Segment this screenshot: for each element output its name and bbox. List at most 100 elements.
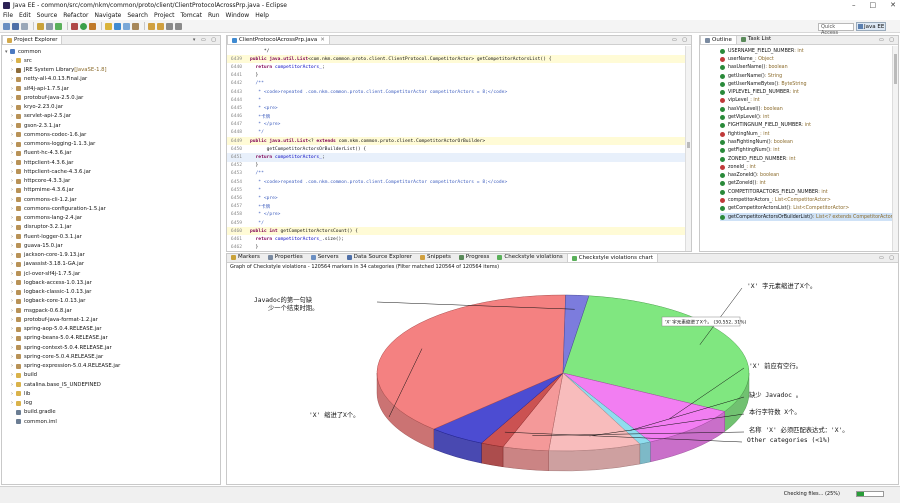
- code-line[interactable]: 6457 *卡牌: [227, 203, 691, 211]
- tree-item[interactable]: › spring-aop-5.0.4.RELEASE.jar: [11, 325, 220, 334]
- outline-item[interactable]: getCompetitorActorsOrBuilderList() : Lis…: [720, 212, 898, 222]
- outline-item[interactable]: ZONEID_FIELD_NUMBER : int: [720, 155, 898, 163]
- maximize-button[interactable]: □: [870, 1, 877, 9]
- code-line[interactable]: 6456 * <pre>: [227, 194, 691, 202]
- previous-annotation-icon[interactable]: [157, 22, 164, 30]
- run-icon[interactable]: [80, 22, 87, 30]
- tree-item[interactable]: › commons-codec-1.6.jar: [11, 130, 220, 139]
- menu-navigate[interactable]: Navigate: [94, 12, 121, 19]
- debug-icon[interactable]: [71, 22, 78, 30]
- tab-checkstyle-violations-chart[interactable]: Checkstyle violations chart: [566, 254, 659, 262]
- back-icon[interactable]: [166, 22, 173, 30]
- tree-item[interactable]: › commons-cli-1.2.jar: [11, 195, 220, 204]
- outline-item[interactable]: fightingNum_ : int: [720, 130, 898, 138]
- tree-item[interactable]: › logback-classic-1.0.13.jar: [11, 288, 220, 297]
- tree-item[interactable]: › servlet-api-2.5.jar: [11, 112, 220, 121]
- tree-item[interactable]: › spring-core-5.0.4.RELEASE.jar: [11, 352, 220, 361]
- code-line[interactable]: 6441 }: [227, 72, 691, 80]
- tree-item[interactable]: › JRE System Library [JavaSE-1.8]: [11, 66, 220, 75]
- code-line[interactable]: 6443 * <code>repeated .com.nkm.common.pr…: [227, 88, 691, 96]
- tree-item[interactable]: › httpmime-4.3.6.jar: [11, 186, 220, 195]
- menu-tomcat[interactable]: Tomcat: [181, 12, 203, 19]
- outline-item[interactable]: hasZoneId() : boolean: [720, 171, 898, 179]
- tab-project-explorer[interactable]: Project Explorer: [2, 36, 63, 44]
- menu-project[interactable]: Project: [154, 12, 175, 19]
- outline-item[interactable]: userName_ : Object: [720, 55, 898, 63]
- new-java-class-icon[interactable]: [114, 22, 121, 30]
- open-type-icon[interactable]: [123, 22, 130, 30]
- tab-outline[interactable]: Outline: [700, 36, 737, 44]
- save-icon[interactable]: [12, 22, 19, 30]
- search-icon[interactable]: [132, 22, 139, 30]
- menu-run[interactable]: Run: [208, 12, 220, 19]
- outline-item[interactable]: getUserNameBytes() : ByteString: [720, 80, 898, 88]
- tree-item[interactable]: build.gradle: [11, 408, 220, 417]
- new-java-package-icon[interactable]: [105, 22, 112, 30]
- tree-item[interactable]: › guava-15.0.jar: [11, 241, 220, 250]
- code-line[interactable]: 6450 getCompetitorActorsOrBuilderList() …: [227, 145, 691, 153]
- outline-item[interactable]: COMPETITORACTORS_FIELD_NUMBER : int: [720, 188, 898, 196]
- outline-item[interactable]: hasVipLevel() : boolean: [720, 105, 898, 113]
- tree-item[interactable]: › fluent-logger-0.3.1.jar: [11, 232, 220, 241]
- tree-item[interactable]: › spring-beans-5.0.4.RELEASE.jar: [11, 334, 220, 343]
- tree-item[interactable]: › jackson-core-1.9.13.jar: [11, 251, 220, 260]
- tab-servers[interactable]: Servers: [307, 254, 343, 262]
- checkstyle-icon[interactable]: [55, 22, 62, 30]
- code-line[interactable]: 6458 * </pre>: [227, 211, 691, 219]
- tree-item[interactable]: › commons-logging-1.1.3.jar: [11, 140, 220, 149]
- tree-item[interactable]: › commons-configuration-1.5.jar: [11, 204, 220, 213]
- editor-controls[interactable]: ▭ ▢: [672, 37, 689, 43]
- menu-source[interactable]: Source: [37, 12, 58, 19]
- menu-file[interactable]: File: [3, 12, 13, 19]
- minimize-button[interactable]: –: [852, 1, 856, 9]
- tree-item[interactable]: › log: [11, 399, 220, 408]
- outline-item[interactable]: FIGHTINGNUM_FIELD_NUMBER : int: [720, 122, 898, 130]
- tree-item[interactable]: › jcl-over-slf4j-1.7.5.jar: [11, 269, 220, 278]
- outline-item[interactable]: getZoneId() : int: [720, 180, 898, 188]
- external-tools-icon[interactable]: [89, 22, 96, 30]
- menu-edit[interactable]: Edit: [19, 12, 31, 19]
- tab-editor-file[interactable]: ClientProtocolAcrossPrp.java ✕: [227, 36, 330, 44]
- menu-help[interactable]: Help: [255, 12, 269, 19]
- code-line[interactable]: 6460 public int getCompetitorActorsCount(…: [227, 227, 691, 236]
- forward-icon[interactable]: [175, 22, 182, 30]
- scrollbar-thumb[interactable]: [894, 54, 897, 84]
- menu-window[interactable]: Window: [226, 12, 250, 19]
- code-line[interactable]: */: [227, 47, 691, 55]
- tree-item[interactable]: › javassist-3.18.1-GA.jar: [11, 260, 220, 269]
- tab-markers[interactable]: Markers: [227, 254, 264, 262]
- code-line[interactable]: 6452 }: [227, 162, 691, 170]
- tree-item[interactable]: › msgpack-0.6.8.jar: [11, 306, 220, 315]
- tree-item[interactable]: › protobuf-java-2.5.0.jar: [11, 93, 220, 102]
- perspective-java-ee-button[interactable]: Java EE: [856, 22, 886, 31]
- code-line[interactable]: 6446 *卡牌: [227, 113, 691, 121]
- scrollbar-thumb[interactable]: [687, 142, 690, 148]
- tab-data-source-explorer[interactable]: Data Source Explorer: [343, 254, 416, 262]
- project-root[interactable]: ▾ common: [5, 47, 220, 56]
- tree-item[interactable]: › fluent-hc-4.3.6.jar: [11, 149, 220, 158]
- outline-item[interactable]: getCompetitorActorsList() : List<Competi…: [720, 205, 898, 213]
- tree-item[interactable]: › gson-2.3.1.jar: [11, 121, 220, 130]
- menu-refactor[interactable]: Refactor: [63, 12, 88, 19]
- tree-item[interactable]: › lib: [11, 389, 220, 398]
- tree-item[interactable]: › logback-access-1.0.13.jar: [11, 278, 220, 287]
- next-annotation-icon[interactable]: [148, 22, 155, 30]
- code-line[interactable]: 6449 public java.util.List <? extends com.…: [227, 137, 691, 146]
- code-line[interactable]: 6444 *: [227, 96, 691, 104]
- outline-item[interactable]: zoneId_ : int: [720, 163, 898, 171]
- build-icon[interactable]: [37, 22, 44, 30]
- code-area[interactable]: */6439 public java.util.List <com.nkm.comm…: [227, 45, 691, 251]
- outline-item[interactable]: hasUserName() : boolean: [720, 64, 898, 72]
- outline-item[interactable]: getFightingNum() : int: [720, 147, 898, 155]
- code-line[interactable]: 6448 */: [227, 129, 691, 137]
- tab-snippets[interactable]: Snippets: [416, 254, 455, 262]
- tab-properties[interactable]: Properties: [264, 254, 307, 262]
- code-line[interactable]: 6445 * <pre>: [227, 104, 691, 112]
- tree-item[interactable]: › httpclient-cache-4.3.6.jar: [11, 167, 220, 176]
- code-line[interactable]: 6461 return competitorActors_ .size();: [227, 235, 691, 243]
- outline-item[interactable]: hasFightingNum() : boolean: [720, 138, 898, 146]
- tree-item[interactable]: › commons-lang-2.4.jar: [11, 214, 220, 223]
- tree-item[interactable]: › build: [11, 371, 220, 380]
- tree-item[interactable]: › disruptor-3.2.1.jar: [11, 223, 220, 232]
- tree-item[interactable]: common.iml: [11, 417, 220, 426]
